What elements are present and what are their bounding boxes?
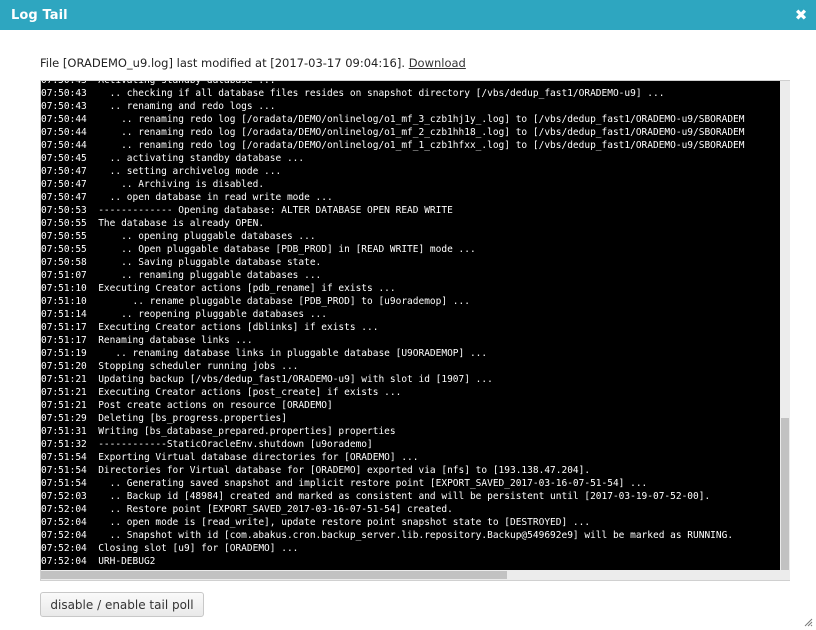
vertical-scrollbar[interactable] [780, 81, 790, 570]
close-icon[interactable]: ✖ [794, 7, 808, 22]
log-line: 07:51:54 Exporting Virtual database dire… [41, 452, 419, 463]
dialog-titlebar[interactable]: Log Tail ✖ [0, 0, 816, 30]
log-line: 07:52:04 .. open mode is [read_write], u… [41, 517, 591, 528]
log-frame: 07:50:43 Activating standby database ...… [40, 80, 790, 581]
tail-poll-toggle-button[interactable]: disable / enable tail poll [40, 592, 204, 617]
vertical-scrollbar-thumb[interactable] [781, 418, 789, 570]
horizontal-scrollbar[interactable] [41, 570, 780, 580]
log-line: 07:50:45 .. activating standby database … [41, 153, 305, 164]
log-line: 07:52:04 .. Snapshot with id [com.abakus… [41, 530, 734, 541]
log-line: 07:50:47 .. Archiving is disabled. [41, 179, 265, 190]
log-line: 07:51:29 Deleting [bs_progress.propertie… [41, 413, 287, 424]
log-line: 07:52:04 Closing slot [u9] for [ORADEMO]… [41, 543, 299, 554]
log-line: 07:50:53 ------------- Opening database:… [41, 205, 453, 216]
log-line: 07:51:32 ------------StaticOracleEnv.shu… [41, 439, 373, 450]
log-line: 07:50:58 .. Saving pluggable database st… [41, 257, 322, 268]
log-line: 07:51:21 Updating backup [/vbs/dedup_fas… [41, 374, 493, 385]
log-line: 07:50:47 .. setting archivelog mode ... [41, 166, 282, 177]
log-line: 07:52:04 URH-DEBUG2 [41, 556, 156, 567]
log-line: 07:51:19 .. renaming database links in p… [41, 348, 488, 359]
log-line: 07:51:54 Directories for Virtual databas… [41, 465, 591, 476]
horizontal-scrollbar-thumb[interactable] [41, 571, 507, 579]
log-line: 07:51:07 .. renaming pluggable databases… [41, 270, 322, 281]
file-info-suffix: . [401, 56, 409, 70]
log-line: 07:51:21 Post create actions on resource… [41, 400, 333, 411]
file-name: [ORADEMO_u9.log] [62, 56, 173, 70]
file-info: File [ORADEMO_u9.log] last modified at [… [40, 56, 466, 70]
file-info-middle: last modified at [172, 56, 271, 70]
log-line: 07:51:54 .. Generating saved snapshot an… [41, 478, 648, 489]
log-line: 07:51:14 .. reopening pluggable database… [41, 309, 327, 320]
log-output[interactable]: 07:50:43 Activating standby database ...… [41, 81, 780, 570]
log-line: 07:51:10 .. rename pluggable database [P… [41, 296, 470, 307]
log-line: 07:51:20 Stopping scheduler running jobs… [41, 361, 299, 372]
file-info-prefix: File [40, 56, 63, 70]
log-line: 07:50:47 .. open database in read write … [41, 192, 333, 203]
scrollbar-corner [780, 570, 790, 580]
log-line: 07:50:43 .. checking if all database fil… [41, 88, 665, 99]
resize-grip-icon[interactable] [803, 617, 813, 627]
dialog-title: Log Tail [11, 7, 68, 23]
log-line: 07:51:17 Renaming database links ... [41, 335, 253, 346]
log-line: 07:51:17 Executing Creator actions [dbli… [41, 322, 379, 333]
file-modified-time: [2017-03-17 09:04:16] [270, 56, 402, 70]
log-line: 07:51:21 Executing Creator actions [post… [41, 387, 402, 398]
log-line: 07:50:55 .. Open pluggable database [PDB… [41, 244, 476, 255]
log-line: 07:50:44 .. renaming redo log [/oradata/… [41, 140, 745, 151]
log-line: 07:50:55 .. opening pluggable databases … [41, 231, 316, 242]
log-line: 07:50:44 .. renaming redo log [/oradata/… [41, 127, 745, 138]
log-line: 07:52:03 .. Backup id [48984] created an… [41, 491, 711, 502]
log-line: 07:50:55 The database is already OPEN. [41, 218, 265, 229]
log-line: 07:51:10 Executing Creator actions [pdb_… [41, 283, 396, 294]
download-link[interactable]: Download [409, 56, 466, 70]
log-line: 07:52:04 .. Restore point [EXPORT_SAVED_… [41, 504, 453, 515]
log-line: 07:50:44 .. renaming redo log [/oradata/… [41, 114, 745, 125]
log-line: 07:50:43 .. renaming and redo logs ... [41, 101, 276, 112]
log-line: 07:51:31 Writing [bs_database_prepared.p… [41, 426, 396, 437]
